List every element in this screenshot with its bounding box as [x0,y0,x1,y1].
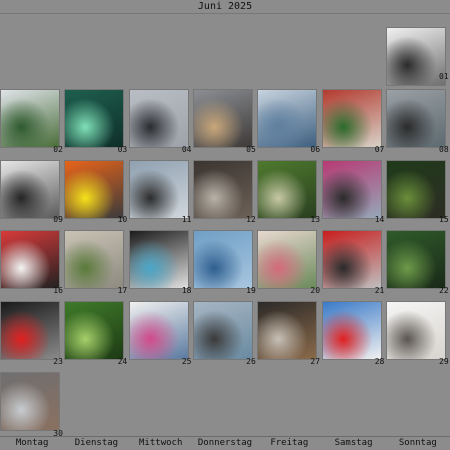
day-number: 29 [439,357,449,366]
weekday-label: Freitag [270,438,309,448]
forest-photo[interactable] [386,161,445,218]
day-number: 11 [181,215,192,224]
fern-photo[interactable] [65,302,124,359]
day-number: 21 [374,286,385,295]
industrial-tower-photo[interactable] [1,161,60,218]
weekday-label: Mittwoch [139,438,183,448]
weekday-label: Montag [15,438,49,448]
building-facade-photo[interactable] [129,161,188,218]
lake-bench-photo[interactable] [194,302,252,359]
yellow-toy-photo[interactable] [65,161,124,218]
weekday-label: Donnerstag [197,438,253,448]
traffic-light-photo[interactable] [1,302,60,359]
day-number: 05 [246,145,256,154]
day-number: 14 [374,215,385,224]
flowers-street-photo[interactable] [322,161,381,218]
blue-glass-wall-photo[interactable] [194,231,252,288]
glass-bowl-photo[interactable] [194,161,252,218]
day-number: 18 [181,286,192,295]
pavement-weeds-photo[interactable] [65,231,124,288]
green-glass-photo[interactable] [65,90,124,147]
day-number: 03 [117,145,128,154]
day-number: 20 [310,286,321,295]
day-number: 22 [439,286,449,295]
day-number: 17 [117,286,128,295]
day-number: 01 [439,72,449,81]
title-divider [0,13,450,14]
glass-corridor-photo[interactable] [1,373,60,430]
day-number: 26 [246,357,256,366]
day-number: 28 [374,357,385,366]
day-number: 19 [246,286,256,295]
day-number: 06 [310,145,321,154]
day-number: 07 [374,145,385,154]
day-number: 12 [246,215,256,224]
day-number: 16 [53,286,63,295]
no-pedestrian-sign-photo[interactable] [1,231,60,288]
pink-flower-vase-photo[interactable] [258,231,317,288]
coffee-cup-photo[interactable] [258,302,317,359]
swiss-flag-boat-photo[interactable] [322,302,381,359]
bottles-photo[interactable] [322,90,381,147]
calendar-title: Juni 2025 [197,1,253,12]
weekday-label: Dienstag [74,438,119,448]
building-construction-photo[interactable] [194,90,252,147]
day-number: 13 [310,215,321,224]
day-number: 15 [439,215,449,224]
day-number: 08 [439,145,449,154]
flower-mirror-photo[interactable] [129,302,188,359]
garden-photo[interactable] [386,231,445,288]
trees-photo[interactable] [258,161,317,218]
bright-window-photo[interactable] [386,302,445,359]
day-number: 04 [181,145,192,154]
day-number: 23 [53,357,63,366]
day-number: 24 [117,357,128,366]
lake-view-photo[interactable] [258,90,317,147]
weekday-label: Sonntag [398,438,437,448]
street-sculpture-photo[interactable] [386,28,445,85]
tree-photo[interactable] [1,90,60,147]
birds-on-water-photo[interactable] [386,90,445,147]
day-number: 02 [53,145,63,154]
red-car-photo[interactable] [322,231,381,288]
minolta-lens-photo[interactable] [129,231,188,288]
day-number: 25 [181,357,192,366]
day-number: 09 [53,215,63,224]
day-number: 10 [117,215,128,224]
day-number: 27 [310,357,321,366]
city-skyline-photo[interactable] [129,90,188,147]
weekday-label: Samstag [334,438,373,448]
